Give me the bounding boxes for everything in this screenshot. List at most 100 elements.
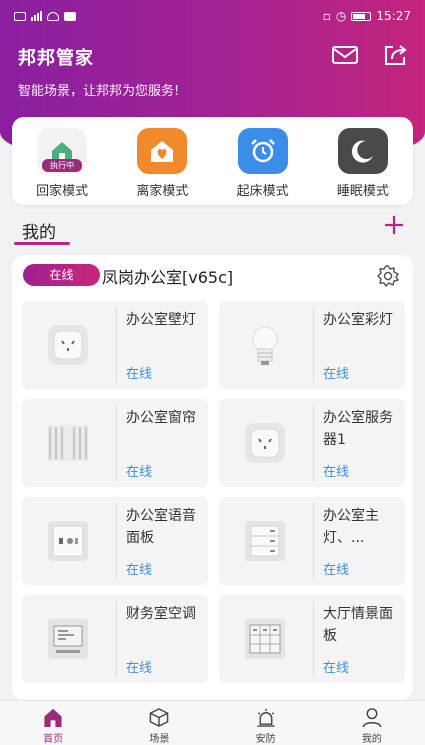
device-name: 办公室窗帘 [126, 410, 196, 426]
tab-label: 我的 [361, 734, 382, 745]
app-title: 邦邦管家 [18, 48, 94, 69]
bottom-tab-bar: 首页 场景 安防 我的 [0, 700, 425, 745]
room-status-badge: 在线 [23, 264, 100, 286]
device-divider [313, 307, 314, 383]
cube-icon [150, 708, 169, 727]
app-subtitle: 智能场景，让邦邦为您服务! [18, 84, 180, 99]
room-name[interactable]: 凤岗办公室[v65c] [102, 264, 233, 288]
curtain-icon [48, 425, 88, 461]
vibrate-icon: ▫ [322, 9, 331, 23]
home-tab-icon [44, 708, 62, 728]
scene-mode-bar: 执行中 回家模式 离家模式 起床模式 睡眠模式 [12, 117, 413, 205]
device-image [22, 497, 114, 585]
plus-icon [385, 216, 403, 234]
device-divider [116, 601, 117, 677]
scene-panel-icon [245, 619, 285, 659]
device-name: 财务室空调 [126, 606, 196, 622]
room-card: 在线 凤岗办公室[v65c] 办公室壁灯 在线 办公室彩灯 在线 办公室窗帘 在… [12, 255, 413, 700]
alarm-icon: ◷ [335, 9, 347, 23]
device-tile[interactable]: 办公室壁灯 在线 [22, 301, 208, 389]
device-image [219, 399, 311, 487]
clock: 15:27 [376, 9, 411, 23]
device-status: 在线 [323, 563, 350, 578]
mode-label: 离家模式 [136, 184, 189, 199]
bulb-icon [252, 326, 278, 365]
device-tile[interactable]: 财务室空调 在线 [22, 595, 208, 683]
tab-label: 首页 [43, 734, 64, 745]
device-name: 办公室壁灯 [126, 312, 196, 328]
tab-label: 安防 [255, 734, 276, 745]
add-device-button[interactable] [381, 212, 407, 238]
person-icon [362, 708, 382, 728]
device-status: 在线 [323, 465, 350, 480]
mode-sleep[interactable]: 睡眠模式 [317, 128, 409, 205]
mail-icon [332, 46, 358, 64]
wall-socket-icon [48, 325, 88, 365]
device-divider [116, 405, 117, 481]
device-divider [116, 503, 117, 579]
alarm-light-icon [257, 708, 275, 727]
tab-scene[interactable]: 场景 [106, 701, 212, 745]
device-name: 办公室彩灯 [323, 312, 393, 328]
wall-socket-icon [245, 423, 285, 463]
running-badge: 执行中 [42, 159, 83, 172]
device-tile[interactable]: 办公室彩灯 在线 [219, 301, 405, 389]
device-image [219, 595, 311, 683]
device-name: 办公室主灯、... [323, 508, 379, 546]
mode-label: 回家模式 [36, 184, 89, 199]
device-divider [313, 503, 314, 579]
voice-panel-icon [48, 521, 88, 561]
status-bar: ▫ ◷ 15:27 [14, 6, 411, 26]
gear-icon [377, 265, 399, 287]
sleep-mode-tile [337, 128, 388, 174]
device-name: 办公室语音面板 [126, 508, 196, 546]
device-tile[interactable]: 办公室窗帘 在线 [22, 399, 208, 487]
room-settings-button[interactable] [376, 264, 400, 288]
device-status: 在线 [126, 661, 153, 676]
tab-mine[interactable]: 我的 [319, 701, 425, 745]
notification-icon [64, 11, 76, 21]
share-button[interactable] [380, 42, 410, 68]
room-header: 在线 凤岗办公室[v65c] [12, 255, 413, 297]
home-mode-tile: 执行中 [37, 128, 88, 174]
wifi-icon [47, 11, 59, 21]
device-status: 在线 [126, 465, 153, 480]
device-status: 在线 [126, 367, 153, 382]
moon-icon [351, 140, 373, 163]
switch-panel-icon [245, 521, 285, 561]
device-status: 在线 [126, 563, 153, 578]
device-status: 在线 [323, 661, 350, 676]
share-icon [385, 45, 407, 65]
mode-home[interactable]: 执行中 回家模式 [16, 128, 108, 205]
device-image [219, 301, 311, 389]
device-image [22, 595, 114, 683]
tab-label: 场景 [149, 734, 170, 745]
tab-security[interactable]: 安防 [213, 701, 319, 745]
mode-away[interactable]: 离家模式 [116, 128, 208, 205]
alarm-clock-icon [250, 139, 275, 163]
away-mode-tile [137, 128, 188, 174]
device-tile[interactable]: 办公室服务器1 在线 [219, 399, 405, 487]
ac-panel-icon [48, 619, 88, 659]
device-name: 办公室服务器1 [323, 410, 393, 448]
mode-label: 起床模式 [236, 184, 289, 199]
sim-icon [14, 11, 26, 21]
device-tile[interactable]: 办公室语音面板 在线 [22, 497, 208, 585]
battery-icon [351, 11, 372, 21]
device-image [22, 399, 114, 487]
mail-button[interactable] [330, 42, 360, 68]
device-divider [116, 307, 117, 383]
tab-underline [14, 242, 70, 245]
device-status: 在线 [323, 367, 350, 382]
device-divider [313, 601, 314, 677]
device-divider [313, 405, 314, 481]
wakeup-mode-tile [237, 128, 288, 174]
section-title-mine[interactable]: 我的 [22, 218, 56, 243]
device-image [22, 301, 114, 389]
signal-icon [31, 11, 42, 21]
house-heart-icon [151, 141, 174, 162]
mode-wakeup[interactable]: 起床模式 [217, 128, 309, 205]
device-tile[interactable]: 办公室主灯、... 在线 [219, 497, 405, 585]
tab-home[interactable]: 首页 [0, 701, 106, 745]
device-tile[interactable]: 大厅情景面板 在线 [219, 595, 405, 683]
